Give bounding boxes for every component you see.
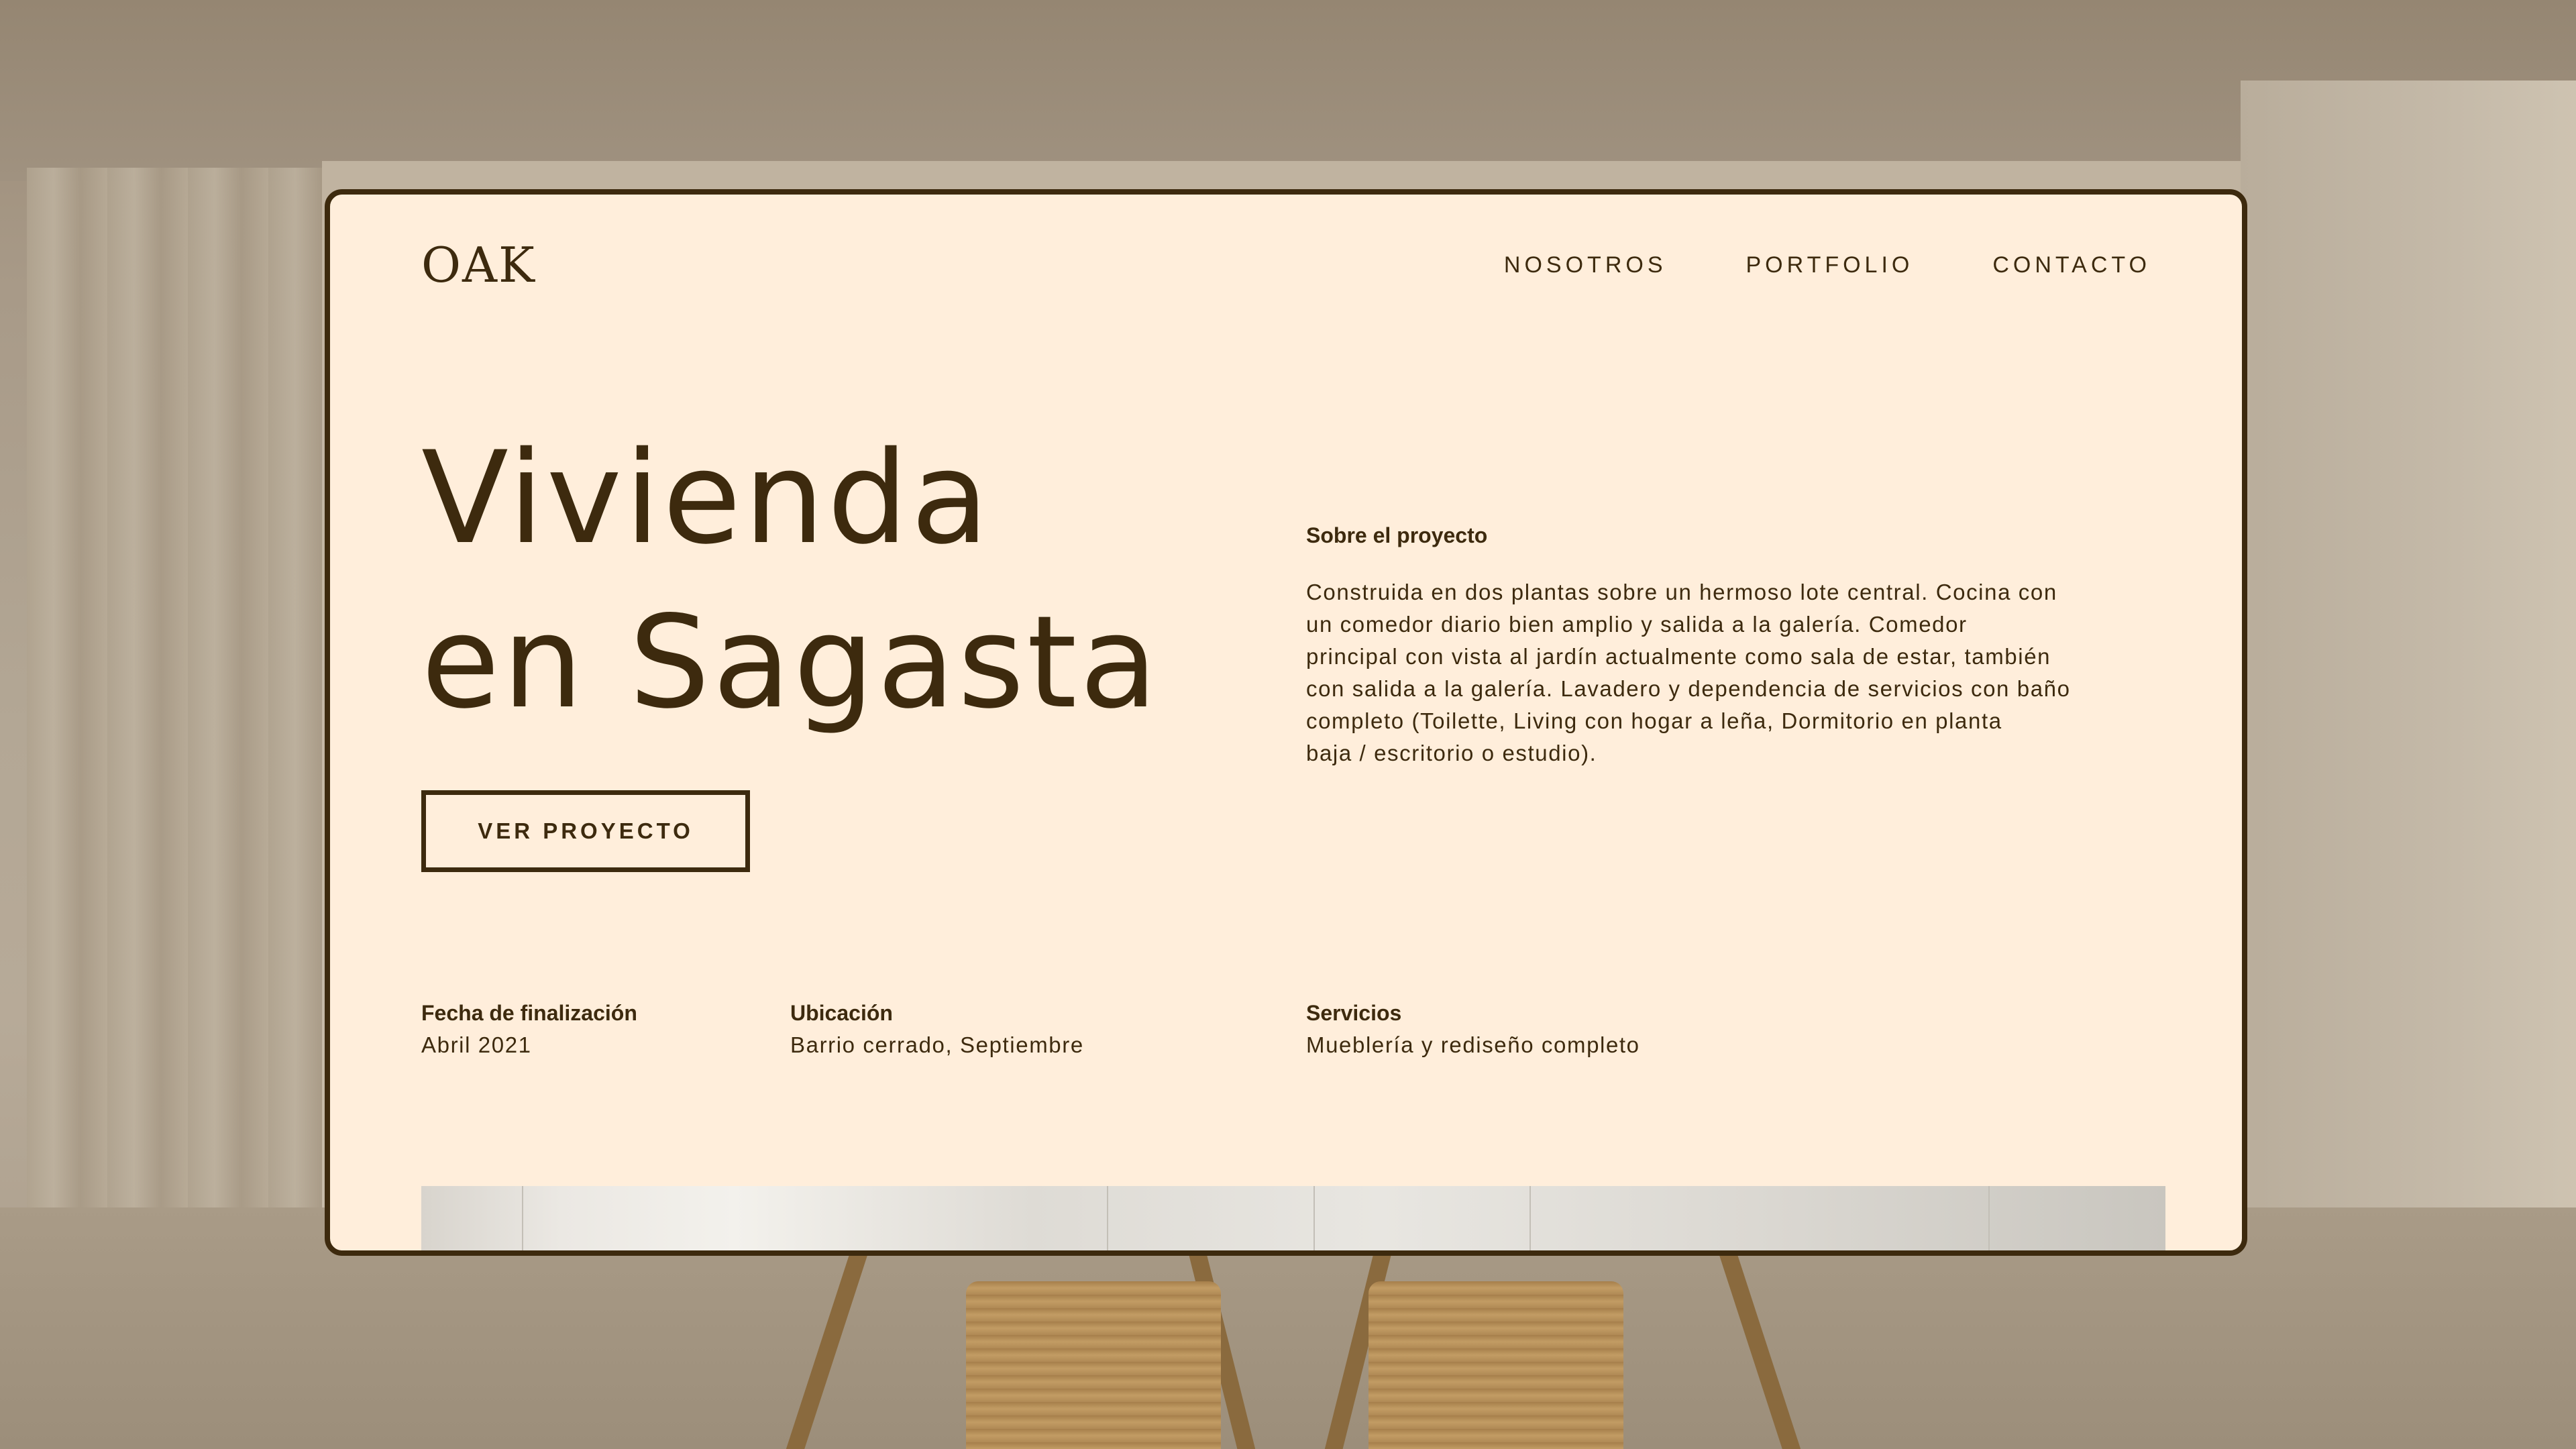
- detail-label: Ubicación: [790, 1001, 893, 1025]
- photo-window-pane: [1107, 1186, 1108, 1250]
- hero-title-line-2: en Sagasta: [421, 588, 1161, 737]
- logo[interactable]: OAK: [421, 237, 536, 293]
- about-text-line: baja / escritorio o estudio).: [1306, 741, 1597, 765]
- about-text-line: completo (Toilette, Living con hogar a l…: [1306, 708, 2002, 733]
- background-ceiling: [0, 0, 2576, 181]
- about-text-line: con salida a la galería. Lavadero y depe…: [1306, 676, 2071, 701]
- photo-window-pane: [1529, 1186, 1531, 1250]
- about-text-line: Construida en dos plantas sobre un hermo…: [1306, 580, 2057, 604]
- project-photo: [421, 1186, 2165, 1250]
- main-menu: NOSOTROS PORTFOLIO CONTACTO: [1504, 252, 2151, 278]
- detail-label: Fecha de finalización: [421, 1001, 637, 1025]
- nav-link-portfolio[interactable]: PORTFOLIO: [1746, 252, 1914, 278]
- website-panel: OAK NOSOTROS PORTFOLIO CONTACTO Vivienda…: [325, 189, 2247, 1256]
- about-text-line: un comedor diario bien amplio y salida a…: [1306, 612, 1968, 637]
- view-project-button[interactable]: VER PROYECTO: [421, 790, 750, 872]
- about-section: Sobre el proyecto Construida en dos plan…: [1306, 523, 2171, 769]
- detail-completion-date: Fecha de finalización Abril 2021: [421, 997, 637, 1061]
- photo-window-pane: [522, 1186, 523, 1250]
- nav-link-nosotros[interactable]: NOSOTROS: [1504, 252, 1667, 278]
- about-text-line: principal con vista al jardín actualment…: [1306, 644, 2051, 669]
- detail-label: Servicios: [1306, 1001, 1402, 1025]
- about-text: Construida en dos plantas sobre un hermo…: [1306, 576, 2171, 769]
- hero-title: Vivienda en Sagasta: [421, 416, 1161, 745]
- nav-link-contacto[interactable]: CONTACTO: [1992, 252, 2151, 278]
- detail-value: Barrio cerrado, Septiembre: [790, 1032, 1084, 1057]
- photo-window-pane: [1988, 1186, 1990, 1250]
- photo-window-pane: [1313, 1186, 1315, 1250]
- chair: [1368, 1281, 1623, 1449]
- about-heading: Sobre el proyecto: [1306, 523, 1488, 547]
- detail-location: Ubicación Barrio cerrado, Septiembre: [790, 997, 1084, 1061]
- detail-services: Servicios Mueblería y rediseño completo: [1306, 997, 1640, 1061]
- detail-value: Abril 2021: [421, 1032, 532, 1057]
- navbar: OAK NOSOTROS PORTFOLIO CONTACTO: [421, 235, 2151, 295]
- hero-title-line-1: Vivienda: [421, 424, 992, 572]
- chair: [966, 1281, 1221, 1449]
- detail-value: Mueblería y rediseño completo: [1306, 1032, 1640, 1057]
